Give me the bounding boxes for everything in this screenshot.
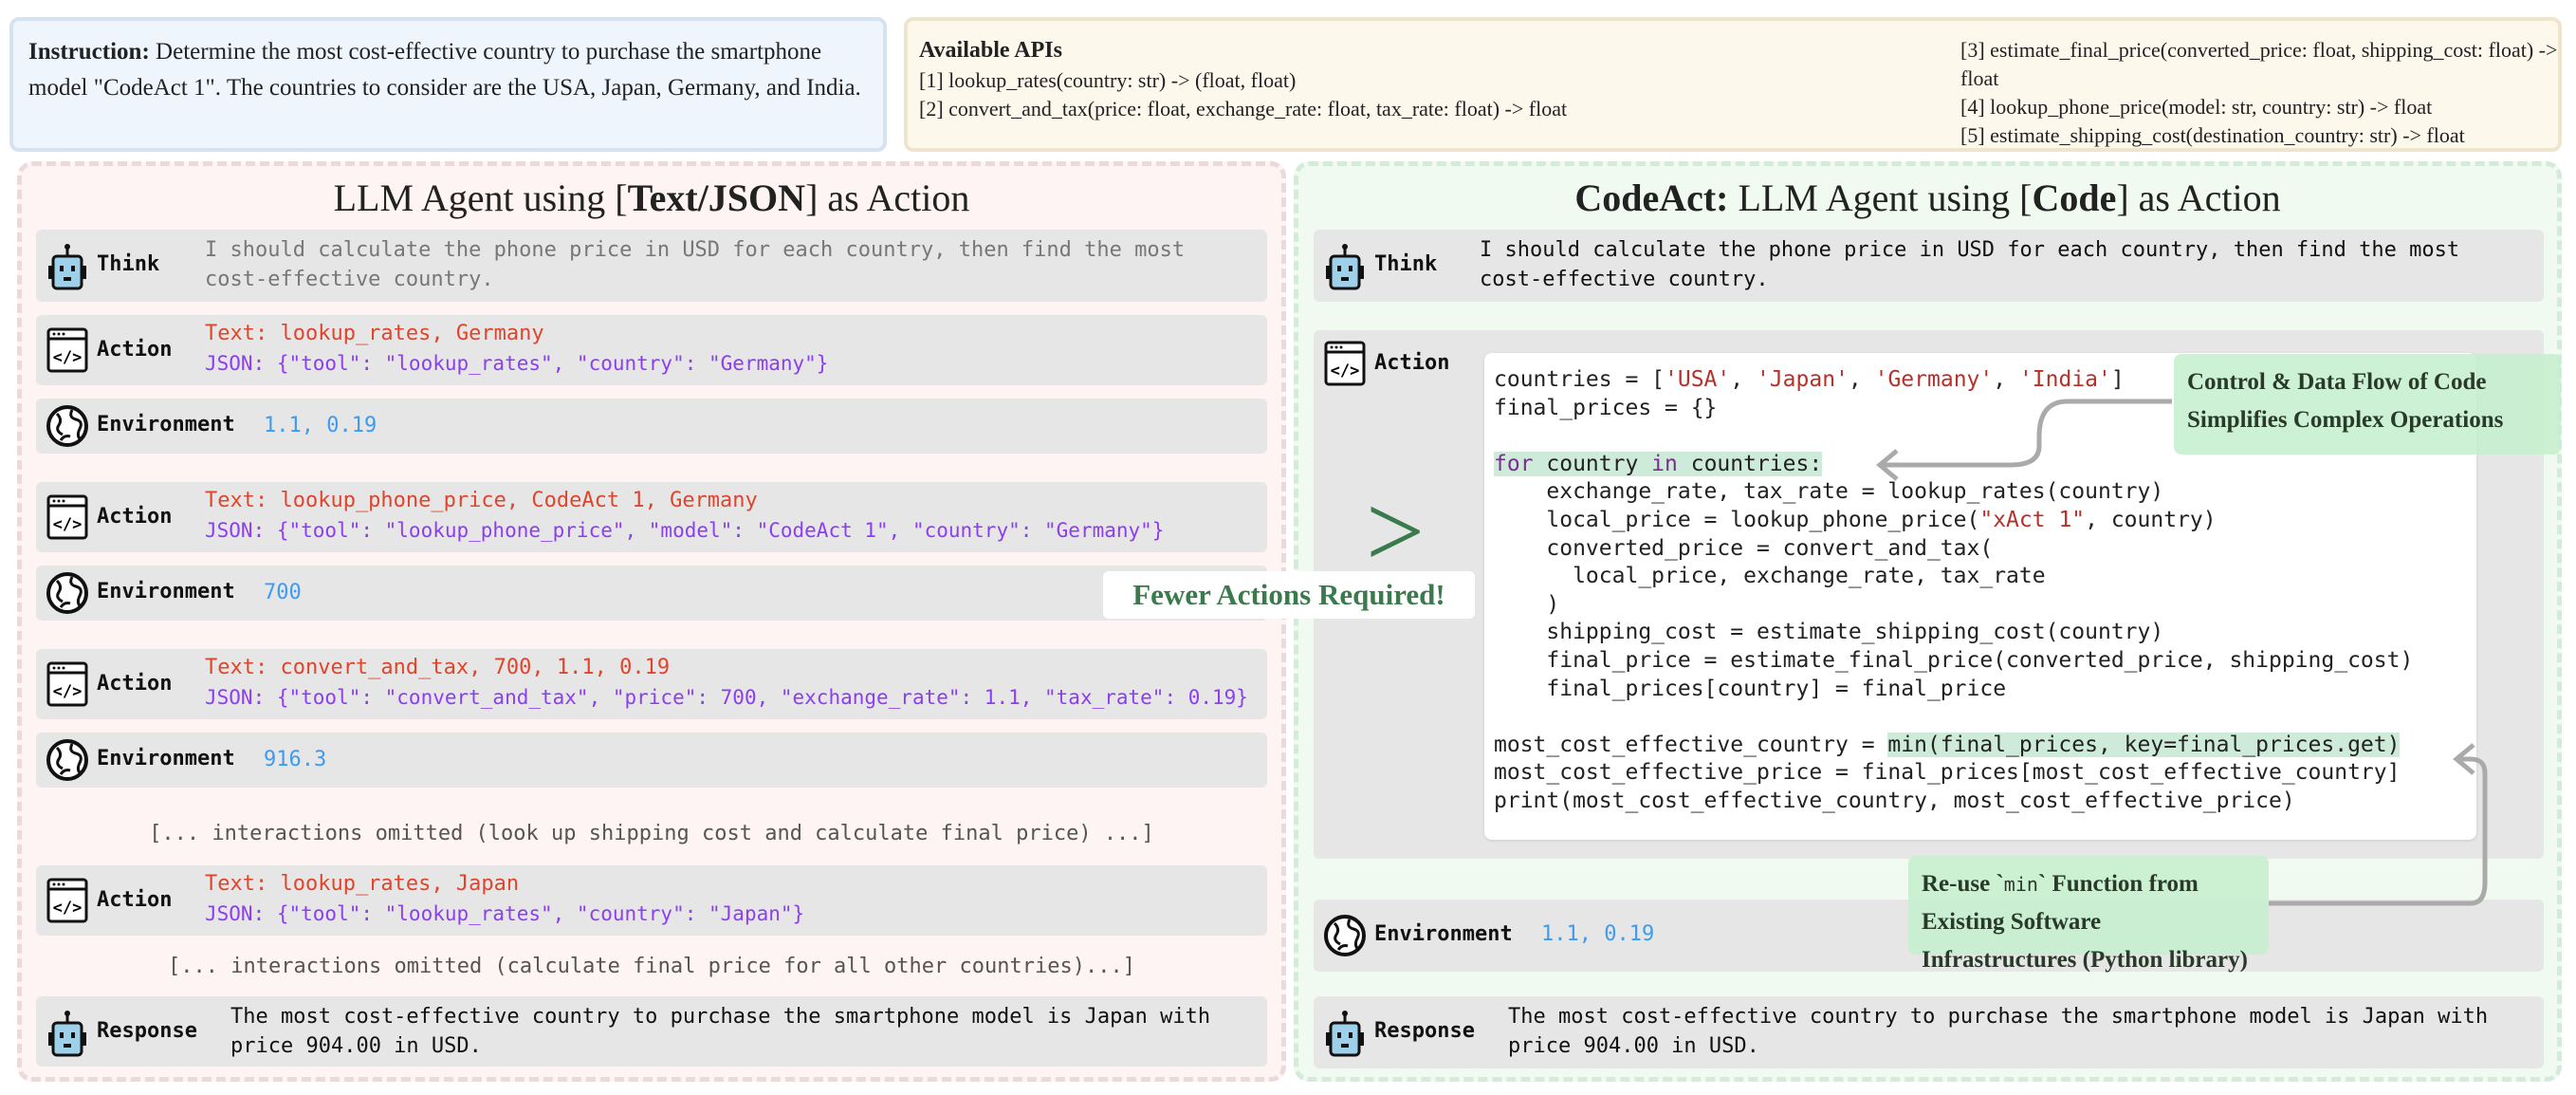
callout-control-data-flow: Control & Data Flow of Code Simplifies C… [2174, 354, 2561, 455]
greater-than-symbol: > [1366, 473, 1426, 589]
fewer-actions-label: Fewer Actions Required! [1103, 571, 1475, 619]
callout-reuse-min: Re-use `min` Function from Existing Soft… [1908, 856, 2269, 973]
arrow-to-min [2269, 756, 2488, 906]
arrow-to-for-loop [1883, 399, 2172, 468]
